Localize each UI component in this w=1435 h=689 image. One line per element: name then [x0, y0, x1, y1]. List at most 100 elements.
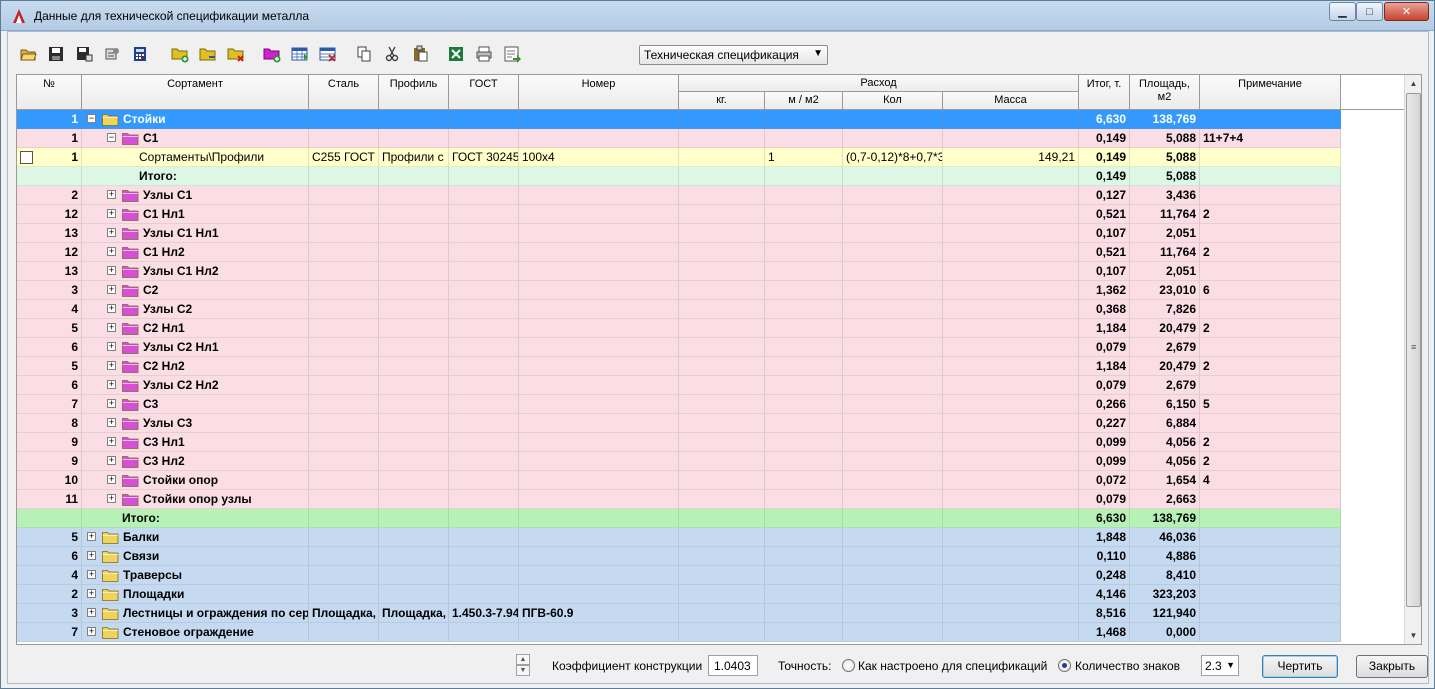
cell-profile[interactable] — [379, 566, 449, 585]
cell-massa[interactable] — [943, 224, 1079, 243]
cell-sortament[interactable]: + Траверсы — [82, 566, 309, 585]
cell-steel[interactable] — [309, 129, 379, 148]
table-row[interactable]: 6 + Узлы С2 Нл2 0,079 2,679 — [17, 376, 1341, 395]
table-row[interactable]: 10 + Стойки опор 0,072 1,654 4 — [17, 471, 1341, 490]
cell-kol[interactable] — [843, 167, 943, 186]
cell-kg[interactable] — [679, 167, 765, 186]
cell-note[interactable]: 4 — [1200, 471, 1341, 490]
cell-sortament[interactable]: + Узлы С3 — [82, 414, 309, 433]
cell-profile[interactable] — [379, 300, 449, 319]
cell-kol[interactable] — [843, 110, 943, 129]
cell-kg[interactable] — [679, 490, 765, 509]
cell-sortament[interactable]: + С3 Нл1 — [82, 433, 309, 452]
cell-sortament[interactable]: + С2 Нл1 — [82, 319, 309, 338]
table-row[interactable]: 1− Стойки 6,630 138,769 — [17, 110, 1341, 129]
precision-spec-radio[interactable] — [842, 659, 855, 672]
cell-area[interactable]: 6,884 — [1130, 414, 1200, 433]
cell-gost[interactable] — [449, 300, 519, 319]
cell-profile[interactable] — [379, 433, 449, 452]
cell-gost[interactable] — [449, 205, 519, 224]
cell-area[interactable]: 5,088 — [1130, 167, 1200, 186]
cell-profile[interactable] — [379, 471, 449, 490]
cell-massa[interactable] — [943, 319, 1079, 338]
cell-num[interactable] — [17, 167, 82, 186]
cell-m-m2[interactable] — [765, 300, 843, 319]
col-header-m-m2[interactable]: м / м2 — [765, 92, 843, 110]
cell-number[interactable] — [519, 205, 679, 224]
cell-gost[interactable] — [449, 566, 519, 585]
cell-sortament[interactable]: Итого: — [82, 509, 309, 528]
table-row[interactable]: 9 + С3 Нл2 0,099 4,056 2 — [17, 452, 1341, 471]
cell-profile[interactable] — [379, 224, 449, 243]
cell-kg[interactable] — [679, 376, 765, 395]
cell-steel[interactable] — [309, 300, 379, 319]
cell-m-m2[interactable] — [765, 357, 843, 376]
cell-sortament[interactable]: + Стойки опор — [82, 471, 309, 490]
col-header-num[interactable]: № — [17, 75, 82, 110]
cell-steel[interactable] — [309, 376, 379, 395]
cell-profile[interactable] — [379, 509, 449, 528]
table-row[interactable]: 5 + С2 Нл1 1,184 20,479 2 — [17, 319, 1341, 338]
cell-steel[interactable] — [309, 186, 379, 205]
cell-number[interactable] — [519, 319, 679, 338]
cell-kg[interactable] — [679, 566, 765, 585]
cell-gost[interactable] — [449, 110, 519, 129]
cell-m-m2[interactable] — [765, 471, 843, 490]
cell-number[interactable] — [519, 300, 679, 319]
cell-profile[interactable] — [379, 414, 449, 433]
cell-steel[interactable] — [309, 547, 379, 566]
cell-massa[interactable] — [943, 528, 1079, 547]
cell-area[interactable]: 323,203 — [1130, 585, 1200, 604]
cell-area[interactable]: 4,056 — [1130, 433, 1200, 452]
cell-itog[interactable]: 0,099 — [1079, 433, 1130, 452]
cell-area[interactable]: 7,826 — [1130, 300, 1200, 319]
cell-gost[interactable] — [449, 509, 519, 528]
calculator-button[interactable] — [128, 42, 152, 66]
precision-digits-label[interactable]: Количество знаков — [1075, 659, 1180, 673]
cell-gost[interactable] — [449, 262, 519, 281]
cell-m-m2[interactable] — [765, 205, 843, 224]
col-header-sortament[interactable]: Сортамент — [82, 75, 309, 110]
cell-kg[interactable] — [679, 547, 765, 566]
cell-area[interactable]: 4,886 — [1130, 547, 1200, 566]
cell-itog[interactable]: 0,521 — [1079, 205, 1130, 224]
cell-area[interactable]: 2,679 — [1130, 338, 1200, 357]
draw-button[interactable]: Чертить — [1262, 655, 1338, 678]
cell-sortament[interactable]: + Узлы С2 Нл1 — [82, 338, 309, 357]
cell-massa[interactable] — [943, 376, 1079, 395]
col-header-number[interactable]: Номер — [519, 75, 679, 110]
cell-m-m2[interactable] — [765, 319, 843, 338]
cell-num[interactable]: 2 — [17, 585, 82, 604]
table-row[interactable]: 1 − С1 0,149 5,088 11+7+4 — [17, 129, 1341, 148]
cell-num[interactable]: 1 — [17, 110, 82, 129]
cell-steel[interactable] — [309, 490, 379, 509]
cell-steel[interactable]: С255 ГОСТ 2 — [309, 148, 379, 167]
cell-m-m2[interactable] — [765, 452, 843, 471]
cell-kg[interactable] — [679, 300, 765, 319]
table-row[interactable]: 6 + Узлы С2 Нл1 0,079 2,679 — [17, 338, 1341, 357]
cell-massa[interactable] — [943, 338, 1079, 357]
cell-kol[interactable] — [843, 395, 943, 414]
cell-number[interactable] — [519, 547, 679, 566]
cell-kg[interactable] — [679, 319, 765, 338]
settings-button[interactable] — [100, 42, 124, 66]
cell-profile[interactable] — [379, 281, 449, 300]
cell-num[interactable]: 5 — [17, 528, 82, 547]
cell-note[interactable] — [1200, 623, 1341, 642]
cell-kol[interactable] — [843, 262, 943, 281]
expand-icon[interactable]: + — [107, 399, 116, 408]
col-header-kg[interactable]: кг. — [679, 92, 765, 110]
cell-kol[interactable] — [843, 471, 943, 490]
cell-itog[interactable]: 0,149 — [1079, 129, 1130, 148]
add-group-button[interactable] — [260, 42, 284, 66]
cell-num[interactable]: 8 — [17, 414, 82, 433]
cell-itog[interactable]: 1,848 — [1079, 528, 1130, 547]
table-row[interactable]: 5 + Балки 1,848 46,036 — [17, 528, 1341, 547]
cell-steel[interactable] — [309, 471, 379, 490]
cell-number[interactable] — [519, 224, 679, 243]
cell-sortament[interactable]: + Балки — [82, 528, 309, 547]
cell-massa[interactable] — [943, 357, 1079, 376]
cell-number[interactable] — [519, 528, 679, 547]
cell-itog[interactable]: 0,079 — [1079, 338, 1130, 357]
cell-itog[interactable]: 0,107 — [1079, 224, 1130, 243]
